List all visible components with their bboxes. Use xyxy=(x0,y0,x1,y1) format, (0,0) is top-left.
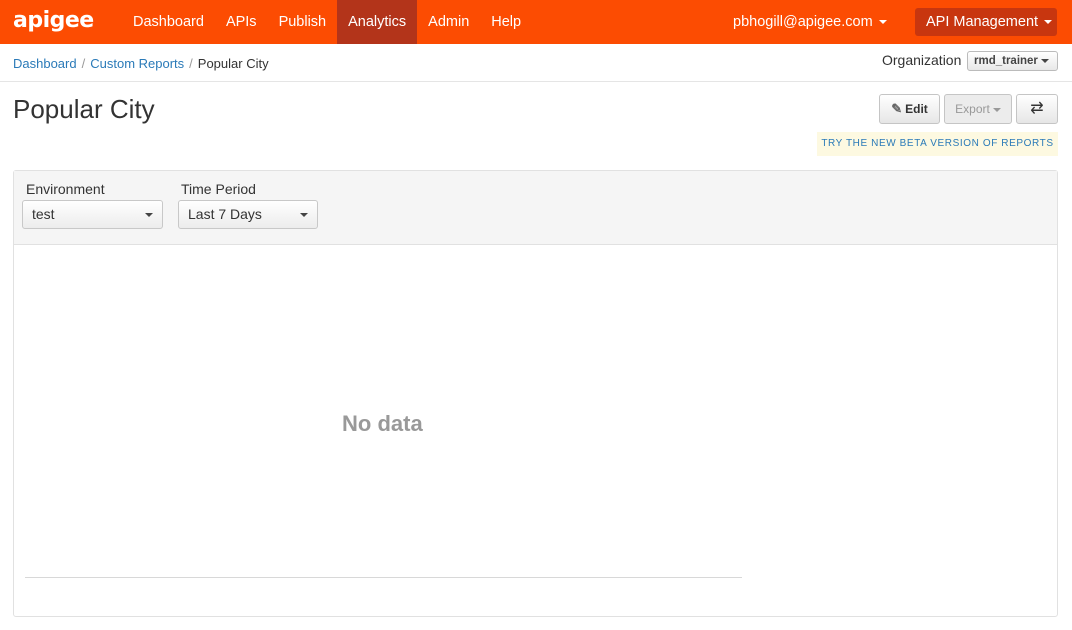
page-title: Popular City xyxy=(13,94,155,124)
breadcrumb-current: Popular City xyxy=(197,56,269,71)
environment-select[interactable]: test xyxy=(22,200,163,229)
product-menu-label: API Management xyxy=(926,14,1039,30)
breadcrumb: Dashboard / Custom Reports / Popular City xyxy=(13,56,269,72)
nav-publish[interactable]: Publish xyxy=(268,0,338,44)
nav-apis[interactable]: APIs xyxy=(215,0,268,44)
edit-label: Edit xyxy=(905,102,928,116)
no-data-message: No data xyxy=(342,411,423,436)
breadcrumb-separator: / xyxy=(81,56,86,71)
chevron-down-icon xyxy=(145,213,153,217)
refresh-icon: ⇄ xyxy=(1030,100,1044,117)
export-button[interactable]: Export xyxy=(944,94,1012,124)
breadcrumb-separator: / xyxy=(189,56,193,71)
report-panel: Environment test Time Period Last 7 Days… xyxy=(13,170,1058,617)
chevron-down-icon xyxy=(878,20,887,25)
time-period-label: Time Period xyxy=(181,181,256,197)
export-label: Export xyxy=(955,102,990,116)
user-email: pbhogill@apigee.com xyxy=(733,14,873,30)
pencil-icon: ✎ xyxy=(891,101,903,116)
time-period-select[interactable]: Last 7 Days xyxy=(178,200,318,229)
apigee-logo[interactable]: apigee xyxy=(13,8,94,34)
filter-bar: Environment test Time Period Last 7 Days xyxy=(14,171,1057,245)
main-nav: Dashboard APIs Publish Analytics Admin H… xyxy=(122,0,532,44)
edit-button[interactable]: ✎ Edit xyxy=(879,94,940,124)
organization-value: rmd_trainer xyxy=(974,55,1038,67)
chevron-down-icon xyxy=(300,213,308,217)
environment-value: test xyxy=(32,206,55,222)
header-divider xyxy=(0,81,1072,82)
nav-analytics[interactable]: Analytics xyxy=(337,0,418,44)
organization-label: Organization xyxy=(882,52,962,68)
chevron-down-icon xyxy=(992,107,1001,112)
breadcrumb-dashboard[interactable]: Dashboard xyxy=(13,56,77,71)
nav-help[interactable]: Help xyxy=(480,0,532,44)
nav-dashboard[interactable]: Dashboard xyxy=(122,0,215,44)
environment-label: Environment xyxy=(26,181,105,197)
time-period-value: Last 7 Days xyxy=(188,206,262,222)
top-nav-bar: apigee Dashboard APIs Publish Analytics … xyxy=(0,0,1072,44)
refresh-button[interactable]: ⇄ xyxy=(1016,94,1058,124)
chevron-down-icon xyxy=(1040,58,1049,63)
beta-reports-link[interactable]: TRY THE NEW BETA VERSION OF REPORTS xyxy=(817,132,1058,156)
user-menu[interactable]: pbhogill@apigee.com xyxy=(733,0,887,44)
chart-baseline xyxy=(25,577,742,578)
breadcrumb-custom-reports[interactable]: Custom Reports xyxy=(90,56,184,71)
organization-select[interactable]: rmd_trainer xyxy=(967,51,1058,71)
product-menu-button[interactable]: API Management xyxy=(915,8,1057,36)
chevron-down-icon xyxy=(1044,20,1053,25)
nav-admin[interactable]: Admin xyxy=(417,0,480,44)
